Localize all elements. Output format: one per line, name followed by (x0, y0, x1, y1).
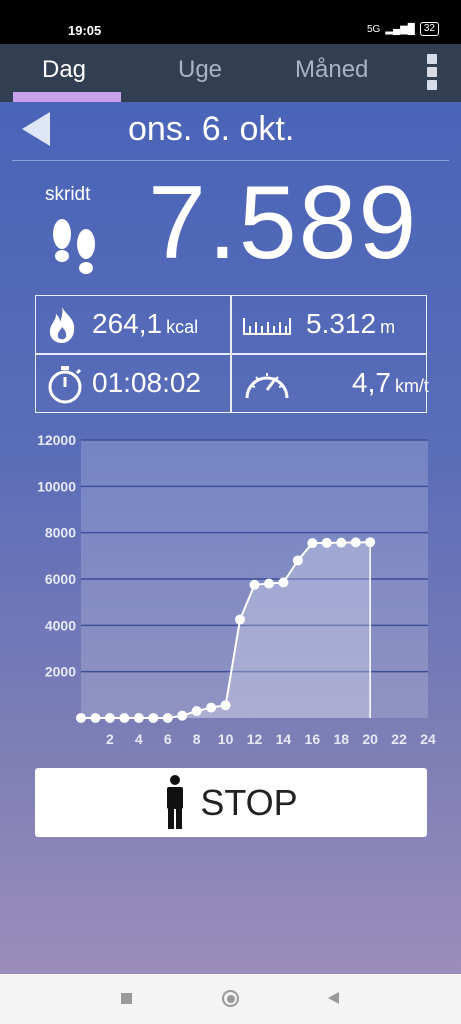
x-tick-label: 6 (164, 731, 172, 747)
calories-value: 264,1 (92, 308, 163, 339)
footprints-icon (53, 219, 95, 274)
data-point (220, 700, 231, 711)
data-point (321, 537, 332, 548)
previous-day-arrow-icon[interactable] (22, 112, 50, 146)
x-tick-label: 20 (362, 731, 378, 747)
steps-chart: 200040006000800010000120002 4 6 8 10 12 14 16 18… (37, 432, 436, 747)
status-bar: 19:05 5G ▂▄▆█ 32 (0, 0, 461, 44)
signal-icon: ▂▄▆█ (385, 23, 415, 35)
x-tick-label: 22 (391, 731, 407, 747)
status-time: 19:05 (68, 23, 102, 38)
recents-button[interactable] (121, 993, 132, 1004)
y-tick-label: 8000 (45, 525, 76, 541)
steps-count: 7.589 (148, 165, 419, 281)
y-tick-label: 12000 (37, 432, 76, 448)
stop-button[interactable]: STOP (35, 768, 427, 837)
main-content: ons. 6. okt. skridt 7.589 264,1 kcal 5.3… (0, 102, 461, 974)
ruler-icon (243, 318, 291, 335)
speedometer-icon (245, 373, 289, 399)
steps-label: skridt (45, 184, 91, 205)
distance-value: 5.312 (306, 308, 377, 339)
data-point (350, 537, 361, 548)
data-point (292, 555, 303, 566)
x-tick-label: 24 (420, 731, 436, 747)
data-point (336, 537, 347, 548)
y-tick-label: 10000 (37, 478, 76, 494)
x-tick-label: 16 (305, 731, 321, 747)
data-point (263, 578, 274, 589)
data-point (235, 614, 246, 625)
stopwatch-icon (48, 366, 82, 404)
tab-day[interactable]: Dag (42, 56, 86, 84)
stats-grid: 264,1 kcal 5.312 m 01:08:02 4,7 km/t (35, 295, 429, 413)
data-point (90, 713, 101, 723)
date-row: ons. 6. okt. (0, 102, 461, 160)
duration-value: 01:08:02 (92, 367, 201, 398)
status-icons: 5G ▂▄▆█ 32 (367, 22, 439, 36)
tab-month[interactable]: Måned (295, 56, 368, 84)
calories-cell: 264,1 kcal (36, 296, 230, 353)
data-point (76, 713, 86, 723)
data-point (162, 713, 173, 723)
data-point (104, 713, 115, 723)
system-nav-bar (0, 974, 461, 1024)
speed-unit: km/t (394, 376, 429, 396)
distance-unit: m (380, 317, 396, 337)
x-tick-label: 2 (106, 731, 114, 747)
home-button[interactable] (222, 990, 239, 1007)
date-title: ons. 6. okt. (128, 110, 295, 148)
duration-cell: 01:08:02 (36, 355, 230, 412)
speed-cell: 4,7 km/t (232, 355, 429, 412)
y-tick-label: 2000 (45, 664, 76, 680)
x-tick-label: 10 (218, 731, 234, 747)
data-point (148, 713, 159, 723)
data-point (365, 537, 376, 548)
data-point (307, 538, 318, 549)
person-icon (167, 774, 184, 829)
x-tick-label: 12 (247, 731, 263, 747)
divider (12, 160, 449, 161)
tab-indicator (13, 92, 121, 102)
distance-cell: 5.312 m (232, 296, 426, 353)
speed-value: 4,7 (352, 367, 391, 398)
battery-icon: 32 (419, 22, 439, 36)
network-label: 5G (366, 23, 381, 35)
flame-icon (49, 307, 75, 343)
back-button[interactable] (328, 992, 339, 1004)
x-tick-label: 14 (276, 731, 292, 747)
y-tick-label: 6000 (45, 571, 76, 587)
overflow-menu-icon[interactable] (427, 54, 439, 90)
y-tick-label: 4000 (45, 617, 76, 633)
x-tick-label: 4 (135, 731, 143, 747)
data-point (278, 577, 289, 588)
data-point (191, 706, 202, 717)
tab-week[interactable]: Uge (178, 56, 222, 84)
data-point (133, 713, 144, 723)
data-point (249, 579, 260, 590)
x-tick-label: 18 (333, 731, 349, 747)
calories-unit: kcal (166, 317, 199, 337)
data-point (119, 713, 130, 723)
x-tick-label: 8 (193, 731, 201, 747)
data-point (206, 702, 217, 713)
data-point (177, 710, 188, 721)
stop-label: STOP (200, 781, 298, 823)
